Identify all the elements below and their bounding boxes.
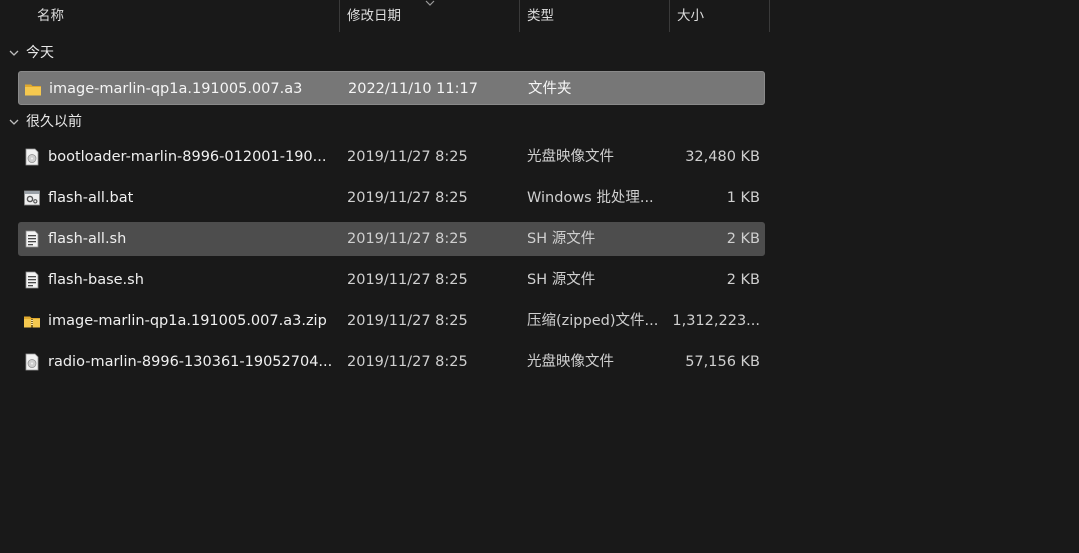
file-name: bootloader-marlin-8996-012001-190... [48,149,327,165]
file-type: 光盘映像文件 [527,149,614,165]
file-size: 2 KB [726,231,760,247]
file-name: image-marlin-qp1a.191005.007.a3.zip [48,313,327,329]
file-size: 32,480 KB [685,149,760,165]
file-date: 2019/11/27 8:25 [347,231,468,247]
column-header-type[interactable]: 类型 [527,0,667,32]
script-file-icon [25,230,39,248]
file-name: flash-all.bat [48,190,134,206]
list-item-file[interactable]: flash-all.sh 2019/11/27 8:25 SH 源文件 2 KB [18,222,765,256]
file-type: SH 源文件 [527,231,596,247]
file-type: 压缩(zipped)文件... [527,313,659,329]
file-size: 2 KB [726,272,760,288]
script-file-icon [25,271,39,289]
file-size: 1,312,223... [672,313,760,329]
file-name: image-marlin-qp1a.191005.007.a3 [49,81,303,97]
file-date: 2019/11/27 8:25 [347,313,468,329]
file-date: 2019/11/27 8:25 [347,272,468,288]
file-type: 文件夹 [528,81,572,97]
column-divider[interactable] [669,0,670,32]
file-size [669,72,761,106]
file-date: 2022/11/10 11:17 [348,81,478,97]
disc-image-icon [25,148,39,166]
column-divider[interactable] [339,0,340,32]
file-name: flash-all.sh [48,231,127,247]
file-name: flash-base.sh [48,272,144,288]
column-divider[interactable] [519,0,520,32]
list-item-folder[interactable]: image-marlin-qp1a.191005.007.a3 2022/11/… [18,71,765,105]
disc-image-icon [25,353,39,371]
sort-chevron-down-icon [425,0,435,6]
file-date: 2019/11/27 8:25 [347,354,468,370]
chevron-down-icon[interactable] [8,117,20,127]
chevron-down-icon[interactable] [8,48,20,58]
file-type: Windows 批处理... [527,190,654,206]
group-label: 很久以前 [26,114,82,130]
list-item-file[interactable]: radio-marlin-8996-130361-19052704... 201… [18,345,765,379]
column-header-name[interactable]: 名称 [37,0,337,32]
file-type: SH 源文件 [527,272,596,288]
list-item-file[interactable]: flash-all.bat 2019/11/27 8:25 Windows 批处… [18,181,765,215]
group-label: 今天 [26,45,54,61]
list-item-file[interactable]: image-marlin-qp1a.191005.007.a3.zip 2019… [18,304,765,338]
file-date: 2019/11/27 8:25 [347,190,468,206]
column-header-size[interactable]: 大小 [677,0,767,32]
list-item-file[interactable]: bootloader-marlin-8996-012001-190... 201… [18,140,765,174]
list-item-file[interactable]: flash-base.sh 2019/11/27 8:25 SH 源文件 2 K… [18,263,765,297]
folder-icon [25,84,41,96]
file-type: 光盘映像文件 [527,354,614,370]
file-name: radio-marlin-8996-130361-19052704... [48,354,333,370]
zip-folder-icon [24,316,40,328]
column-divider[interactable] [769,0,770,32]
file-size: 57,156 KB [685,354,760,370]
column-header-bar: 名称 修改日期 类型 大小 [0,0,770,32]
file-size: 1 KB [726,190,760,206]
file-date: 2019/11/27 8:25 [347,149,468,165]
batch-file-icon [24,190,40,206]
file-list-pane: 名称 修改日期 类型 大小 今天 image-marlin-qp1a.19100… [0,0,1079,553]
